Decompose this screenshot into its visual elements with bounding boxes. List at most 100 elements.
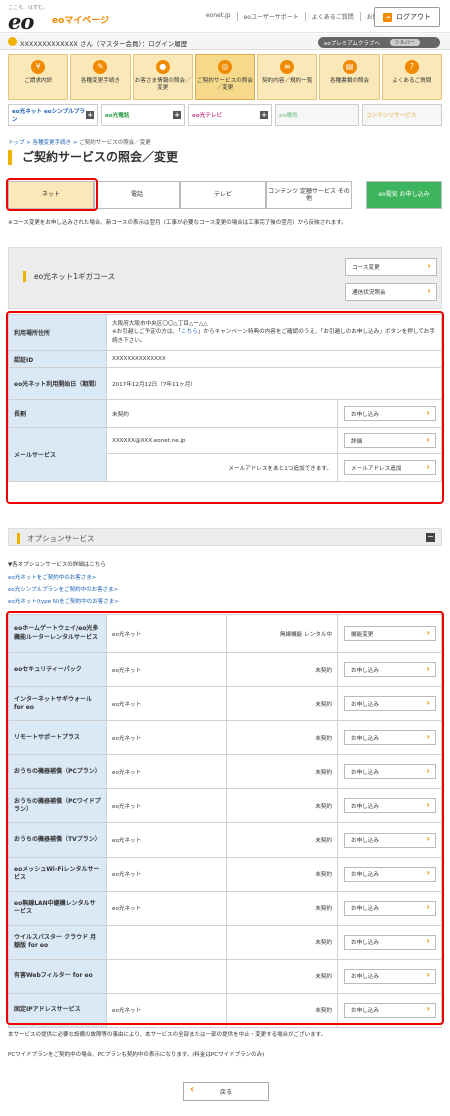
option-apply-button[interactable]: お申し込み (344, 866, 436, 882)
option-apply-button[interactable]: お申し込み (344, 764, 436, 780)
option-row: ウイルスバスター クラウド 月額版 for eo 未契約 お申し込み (8, 924, 442, 960)
nav-contract-services[interactable]: ◎ ご契約サービスの照会／変更 (194, 54, 256, 100)
option-plan (106, 958, 227, 994)
option-name: おうちの機器補償（PCワイドプラン） (8, 788, 107, 824)
table-row: 長割 未契約 お申し込み (8, 399, 442, 428)
auth-id-value: XXXXXXXXXXXXXX (106, 350, 442, 368)
option-row: おうちの機器補償（PCプラン） eo光ネット 未契約 お申し込み (8, 754, 442, 790)
tab-tv[interactable]: テレビ (180, 181, 266, 209)
table-row: 利用場所住所 大阪府大阪市中央区〇〇△丁目△ー△△ ※お引越しご予定の方は、「こ… (8, 314, 442, 351)
option-apply-button[interactable]: お申し込み (344, 934, 436, 950)
option-name: eoメッシュWi-Fiレンタルサービス (8, 856, 107, 892)
long-discount-apply-button[interactable]: お申し込み (344, 406, 436, 421)
option-plan: eo光ネット (106, 788, 227, 824)
plus-icon: + (173, 111, 181, 119)
option-plan: eo光ネット (106, 614, 227, 653)
nav-terms[interactable]: ≡ 契約内容／規約一覧 (257, 54, 318, 100)
tab-electric-apply[interactable]: eo電気 お申し込み (366, 181, 442, 209)
options-link-simple[interactable]: eo光シンプルプランをご契約中のお客さま> (8, 585, 118, 593)
option-plan: eo光ネット (106, 992, 227, 1029)
yen-icon: ¥ (31, 60, 46, 74)
options-link-typen[interactable]: eo光ネット(type N)をご契約中のお客さま> (8, 597, 119, 605)
option-plan: eo光ネット (106, 822, 227, 858)
nav-billing[interactable]: ¥ ご請求内訳 (8, 54, 69, 100)
option-row: おうちの機器補償（PCワイドプラン） eo光ネット 未契約 お申し込み (8, 788, 442, 824)
option-name: eo無線LAN中継機レンタルサービス (8, 890, 107, 926)
breadcrumb-procedures[interactable]: 各種変更手続き (33, 140, 72, 146)
category-tabs: ネット 電話 テレビ コンテンツ 定額サービス その他 eo電気 お申し込み (8, 181, 442, 209)
tab-phone[interactable]: 電話 (94, 181, 180, 209)
back-button[interactable]: 戻る (183, 1082, 269, 1101)
option-name: 固定IPアドレスサービス (8, 992, 107, 1029)
nav-documents[interactable]: ▤ 各種書類の照会 (319, 54, 380, 100)
header-link-support[interactable]: eoユーザーサポート (236, 12, 305, 21)
user-bar: XXXXXXXXXXXXX さん（マスター会員）：ログイン履歴 eoプレミアムク… (0, 34, 450, 50)
breadcrumb-current: ご契約サービスの照会／変更 (79, 140, 151, 146)
contract-details-table: 利用場所住所 大阪府大阪市中央区〇〇△丁目△ー△△ ※お引越しご予定の方は、「こ… (8, 314, 442, 482)
table-row: eo光ネット利用開始日（期間） 2017年12月12日（7年11ヶ月） (8, 367, 442, 400)
option-row: eoホームゲートウェイ/eo光多機能ルーターレンタルサービス eo光ネット 無線機能… (8, 614, 442, 653)
option-status: 未契約 (226, 754, 338, 790)
mail-service-label: メールサービス (8, 427, 107, 482)
eo-logo[interactable]: eo (8, 9, 34, 34)
main-nav: ¥ ご請求内訳 ✎ 各種変更手続き ● お客さま情報の照会／変更 ◎ ご契約サービスの照… (8, 54, 442, 100)
service-tabs: eo光ネット eoシンプルプラン + eo光電話 + eo光テレビ + eo電気 コン… (8, 104, 442, 126)
header-link-faq[interactable]: よくあるご質問 (304, 12, 360, 21)
option-apply-button[interactable]: お申し込み (344, 662, 436, 678)
connection-status-button[interactable]: 通信状況照会 (345, 283, 437, 301)
service-tab-net[interactable]: eo光ネット eoシンプルプラン + (8, 104, 98, 126)
header-link-eonet[interactable]: eonet.jp (200, 12, 237, 21)
option-row: eoセキュリティーパック eo光ネット 未契約 お申し込み (8, 651, 442, 688)
option-apply-button[interactable]: お申し込み (344, 798, 436, 814)
mail-detail-button[interactable]: 詳細 (344, 433, 436, 448)
service-tab-phone[interactable]: eo光電話 + (101, 104, 185, 126)
option-plan: eo光ネット (106, 651, 227, 688)
collapse-icon[interactable]: − (426, 533, 435, 542)
option-status: 未契約 (226, 890, 338, 926)
options-header: オプションサービス − (8, 528, 442, 546)
option-apply-button[interactable]: お申し込み (344, 730, 436, 746)
user-icon (8, 37, 17, 46)
options-title: オプションサービス (17, 533, 95, 544)
nav-faq[interactable]: ? よくあるご質問 (381, 54, 442, 100)
logout-button[interactable]: ⇥ ログアウト (374, 7, 440, 27)
option-apply-button[interactable]: お申し込み (344, 900, 436, 916)
move-link[interactable]: こちら (181, 329, 198, 335)
option-apply-button[interactable]: お申し込み (344, 696, 436, 712)
breadcrumb: トップ > 各種変更手続き > ご契約サービスの照会／変更 (8, 140, 151, 146)
option-row: eoメッシュWi-Fiレンタルサービス eo光ネット 未契約 お申し込み (8, 856, 442, 892)
service-tab-tv[interactable]: eo光テレビ + (188, 104, 272, 126)
auth-id-label: 認証ID (8, 350, 107, 368)
option-apply-button[interactable]: お申し込み (344, 1002, 436, 1018)
table-row: 認証ID XXXXXXXXXXXXXX (8, 350, 442, 368)
plus-icon: + (86, 111, 94, 119)
logout-icon: ⇥ (383, 12, 392, 22)
function-change-button[interactable]: 機能変更 (344, 626, 436, 641)
option-apply-button[interactable]: お申し込み (344, 968, 436, 984)
plus-icon: + (260, 111, 268, 119)
option-row: おうちの機器補償（TVプラン） eo光ネット 未契約 お申し込み (8, 822, 442, 858)
option-row: リモートサポートプラス eo光ネット 未契約 お申し込み (8, 720, 442, 756)
option-name: 有害Webフィルター for eo (8, 958, 107, 994)
footer-note-1: 本サービスの提供に必要な設備の故障等の事由により、本サービスの全部または一部の提… (8, 1032, 327, 1038)
pencil-icon: ✎ (93, 60, 108, 74)
premium-club-button[interactable]: eoプレミアムクラブへ シルバー (318, 37, 440, 48)
option-apply-button[interactable]: お申し込み (344, 832, 436, 848)
mypage-logo-text[interactable]: eoマイページ (52, 13, 109, 26)
person-icon: ● (155, 60, 170, 74)
user-info-text[interactable]: XXXXXXXXXXXXX さん（マスター会員）：ログイン履歴 (20, 38, 187, 48)
tab-net[interactable]: ネット (8, 181, 94, 209)
mail-add-button[interactable]: メールアドレス追加 (344, 460, 436, 475)
option-name: おうちの機器補償（TVプラン） (8, 822, 107, 858)
list-icon: ≡ (280, 60, 295, 74)
option-plan: eo光ネット (106, 754, 227, 790)
option-name: インターネットサギウォール for eo (8, 686, 107, 722)
tab-contents[interactable]: コンテンツ 定額サービス その他 (266, 181, 352, 209)
breadcrumb-top[interactable]: トップ (8, 140, 25, 146)
nav-customer-info[interactable]: ● お客さま情報の照会／変更 (132, 54, 193, 100)
course-change-button[interactable]: コース変更 (345, 258, 437, 276)
option-status: 未契約 (226, 651, 338, 688)
options-link-net[interactable]: eo光ネットをご契約中のお客さま> (8, 573, 96, 581)
question-icon: ? (404, 60, 419, 74)
nav-change-procedures[interactable]: ✎ 各種変更手続き (70, 54, 131, 100)
